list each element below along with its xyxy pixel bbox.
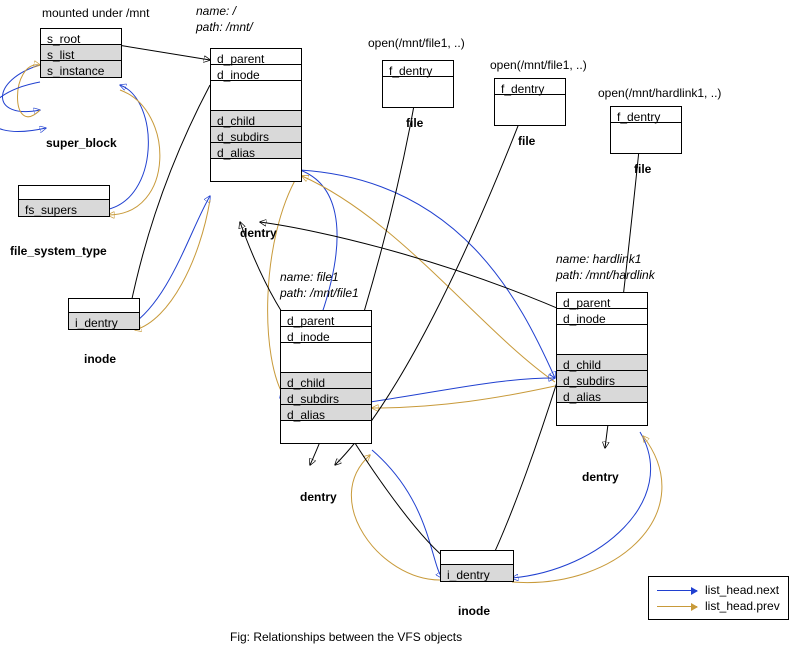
dentry-root-gap [211,81,301,111]
dentry-hardlink1-d-subdirs: d_subdirs [557,371,647,387]
inode-bottom-box: i_dentry [440,550,514,582]
legend-next-label: list_head.next [705,583,779,597]
dentry-root-bottom-gap [211,159,301,181]
dentry-hardlink1-gap [557,325,647,355]
file2-open-label: open(/mnt/file1, ..) [490,58,587,72]
legend-prev: list_head.prev [657,599,780,613]
file1-pad [383,77,453,107]
file1-f-dentry: f_dentry [383,61,453,77]
file2-box: f_dentry [494,78,566,126]
dentry-root-path: path: /mnt/ [196,20,253,34]
file1-open-label: open(/mnt/file1, ..) [368,36,465,50]
field-s-instance: s_instance [41,61,121,77]
file3-box: f_dentry [610,106,682,154]
legend-prev-label: list_head.prev [705,599,780,613]
dentry-root-caption: dentry [240,226,277,240]
dentry-hardlink1-d-parent: d_parent [557,293,647,309]
inode-top-pad [69,299,139,313]
inode-bottom-caption: inode [458,604,490,618]
legend: list_head.next list_head.prev [648,576,789,620]
file2-pad [495,95,565,125]
file3-caption: file [634,162,651,176]
dentry-root-d-alias: d_alias [211,143,301,159]
file-system-type-caption: file_system_type [10,244,107,258]
dentry-file1-d-parent: d_parent [281,311,371,327]
arrow-next-icon [657,590,697,591]
dentry-root-d-inode: d_inode [211,65,301,81]
dentry-file1-box: d_parent d_inode d_child d_subdirs d_ali… [280,310,372,444]
figure-caption: Fig: Relationships between the VFS objec… [230,630,462,644]
dentry-file1-path: path: /mnt/file1 [280,286,359,300]
dentry-hardlink1-bottom-gap [557,403,647,425]
dentry-file1-d-child: d_child [281,373,371,389]
super-block-box: s_root s_list s_instance [40,28,122,78]
inode-bottom-pad [441,551,513,565]
field-i-dentry-bottom: i_dentry [441,565,513,581]
file1-caption: file [406,116,423,130]
mounted-under-label: mounted under /mnt [42,6,149,20]
file3-f-dentry: f_dentry [611,107,681,123]
dentry-root-box: d_parent d_inode d_child d_subdirs d_ali… [210,48,302,182]
file2-f-dentry: f_dentry [495,79,565,95]
dentry-file1-d-subdirs: d_subdirs [281,389,371,405]
fst-pad [19,186,109,200]
dentry-root-name: name: / [196,4,236,18]
dentry-file1-d-alias: d_alias [281,405,371,421]
inode-top-caption: inode [84,352,116,366]
field-i-dentry-top: i_dentry [69,313,139,329]
arrow-prev-icon [657,606,697,607]
dentry-root-d-child: d_child [211,111,301,127]
field-s-root: s_root [41,29,121,45]
dentry-hardlink1-name: name: hardlink1 [556,252,641,266]
dentry-root-d-subdirs: d_subdirs [211,127,301,143]
dentry-root-d-parent: d_parent [211,49,301,65]
dentry-file1-gap [281,343,371,373]
dentry-hardlink1-d-inode: d_inode [557,309,647,325]
dentry-file1-caption: dentry [300,490,337,504]
dentry-hardlink1-d-alias: d_alias [557,387,647,403]
file2-caption: file [518,134,535,148]
super-block-caption: super_block [46,136,117,150]
dentry-file1-name: name: file1 [280,270,339,284]
dentry-file1-d-inode: d_inode [281,327,371,343]
field-fs-supers: fs_supers [19,200,109,216]
dentry-hardlink1-caption: dentry [582,470,619,484]
file-system-type-box: fs_supers [18,185,110,217]
field-s-list: s_list [41,45,121,61]
file3-pad [611,123,681,153]
file1-box: f_dentry [382,60,454,108]
dentry-hardlink1-box: d_parent d_inode d_child d_subdirs d_ali… [556,292,648,426]
inode-top-box: i_dentry [68,298,140,330]
dentry-file1-bottom-gap [281,421,371,443]
dentry-hardlink1-d-child: d_child [557,355,647,371]
file3-open-label: open(/mnt/hardlink1, ..) [598,86,721,100]
dentry-hardlink1-path: path: /mnt/hardlink [556,268,655,282]
legend-next: list_head.next [657,583,780,597]
